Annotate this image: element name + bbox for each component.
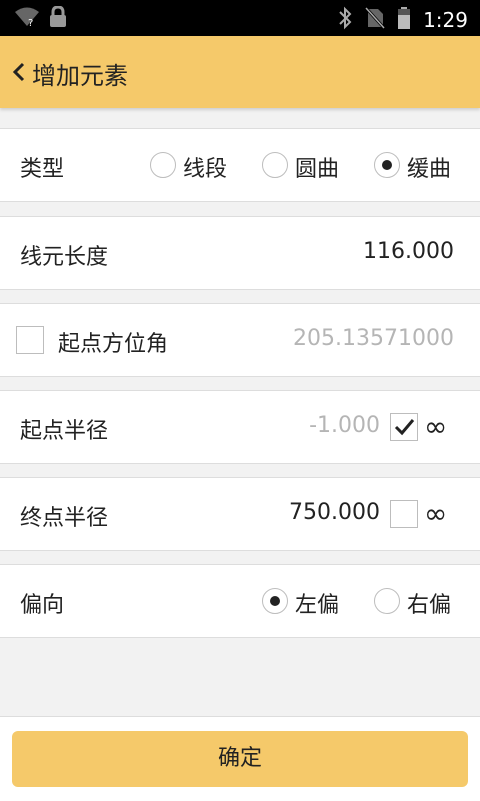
clock: 1:29 bbox=[423, 8, 468, 32]
radio-type-segment[interactable] bbox=[150, 152, 176, 178]
end-radius-infinity-checkbox[interactable] bbox=[390, 500, 418, 528]
bluetooth-icon bbox=[337, 6, 353, 34]
status-bar: ? 1:29 bbox=[0, 0, 480, 36]
confirm-button[interactable]: 确定 bbox=[12, 731, 468, 787]
no-sim-icon bbox=[364, 6, 386, 34]
type-option-transition[interactable]: 缓曲 bbox=[407, 151, 451, 183]
radio-deflection-right[interactable] bbox=[374, 588, 400, 614]
start-azimuth-input[interactable]: 205.13571000 bbox=[293, 326, 454, 351]
row-length: 线元长度 116.000 bbox=[0, 216, 480, 290]
row-end-radius: 终点半径 750.000 ∞ bbox=[0, 477, 480, 551]
radio-type-circular[interactable] bbox=[262, 152, 288, 178]
back-chevron-icon[interactable] bbox=[10, 60, 28, 84]
row-start-azimuth: 起点方位角 205.13571000 bbox=[0, 303, 480, 377]
start-radius-input[interactable]: -1.000 bbox=[309, 413, 380, 438]
end-radius-infinity-label: ∞ bbox=[424, 497, 448, 530]
length-label: 线元长度 bbox=[20, 245, 109, 270]
wifi-icon: ? bbox=[14, 6, 40, 32]
end-radius-label: 终点半径 bbox=[20, 506, 109, 531]
radio-deflection-left[interactable] bbox=[262, 588, 288, 614]
bottom-bar: 确定 bbox=[0, 716, 480, 801]
start-radius-label: 起点半径 bbox=[20, 419, 109, 444]
length-input[interactable]: 116.000 bbox=[363, 239, 454, 264]
svg-text:?: ? bbox=[28, 18, 33, 28]
start-radius-infinity-checkbox[interactable] bbox=[390, 413, 418, 441]
type-label: 类型 bbox=[20, 157, 65, 182]
check-icon bbox=[394, 419, 415, 436]
radio-type-transition[interactable] bbox=[374, 152, 400, 178]
start-azimuth-label: 起点方位角 bbox=[58, 332, 169, 357]
end-radius-input[interactable]: 750.000 bbox=[289, 500, 380, 525]
lock-icon bbox=[48, 5, 68, 32]
battery-icon bbox=[397, 6, 411, 34]
deflection-option-left[interactable]: 左偏 bbox=[295, 587, 339, 619]
type-option-circular[interactable]: 圆曲 bbox=[295, 151, 339, 183]
deflection-label: 偏向 bbox=[20, 593, 65, 618]
row-type: 类型 线段 圆曲 缓曲 bbox=[0, 128, 480, 202]
app-bar: 增加元素 bbox=[0, 36, 480, 108]
page-title: 增加元素 bbox=[32, 62, 128, 90]
type-option-segment[interactable]: 线段 bbox=[183, 151, 227, 183]
row-deflection: 偏向 左偏 右偏 bbox=[0, 564, 480, 638]
deflection-option-right[interactable]: 右偏 bbox=[407, 587, 451, 619]
start-radius-infinity-label: ∞ bbox=[424, 410, 448, 443]
row-start-radius: 起点半径 -1.000 ∞ bbox=[0, 390, 480, 464]
start-azimuth-checkbox[interactable] bbox=[16, 326, 44, 354]
